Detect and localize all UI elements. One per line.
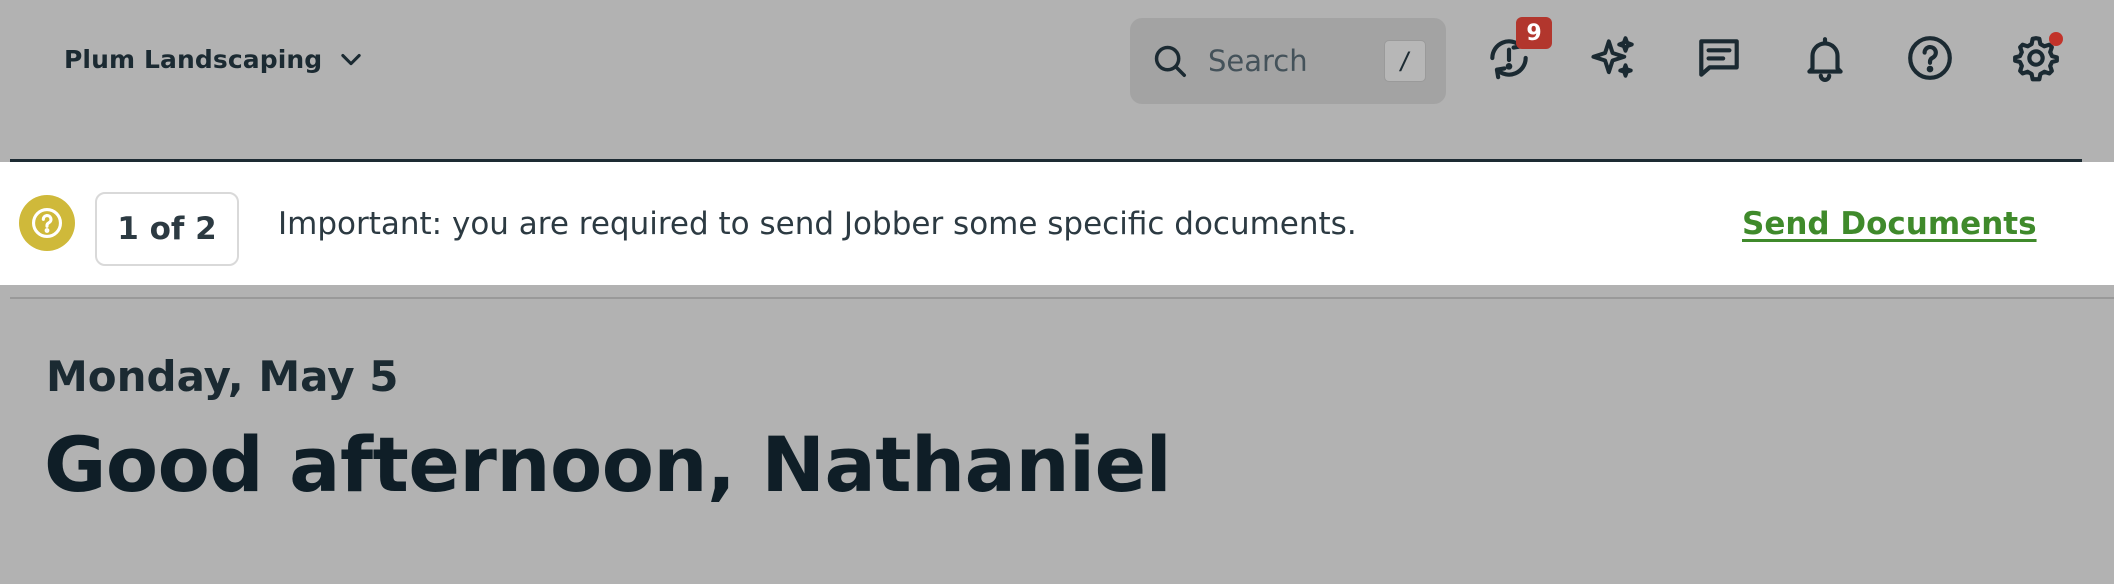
top-bar: Plum Landscaping / [0,0,2114,162]
banner-message: Important: you are required to send Jobb… [278,206,1357,242]
bell-icon [1800,33,1850,87]
search-input[interactable] [1208,44,1368,78]
message-icon [1694,33,1744,87]
sync-alert-badge: 9 [1516,17,1552,49]
help-circle-icon [1905,33,1955,87]
search-box[interactable]: / [1130,18,1446,104]
send-documents-link[interactable]: Send Documents [1742,206,2037,242]
banner-divider [10,297,2114,299]
chevron-down-icon [336,44,366,74]
banner-help-icon [19,195,75,251]
search-icon [1150,41,1190,81]
banner-pager[interactable]: 1 of 2 [95,192,239,266]
help-button[interactable] [1900,30,1960,90]
search-shortcut-key: / [1384,40,1426,82]
account-name: Plum Landscaping [64,44,323,74]
sparkle-icon [1588,33,1638,87]
account-switcher[interactable]: Plum Landscaping [64,44,366,74]
ai-assistant-button[interactable] [1583,30,1643,90]
notifications-button[interactable] [1795,30,1855,90]
current-date: Monday, May 5 [46,352,399,401]
documents-required-banner: 1 of 2 Important: you are required to se… [0,162,2114,285]
greeting-title: Good afternoon, Nathaniel [44,420,1172,509]
settings-alert-dot [2049,32,2063,46]
messages-button[interactable] [1689,30,1749,90]
